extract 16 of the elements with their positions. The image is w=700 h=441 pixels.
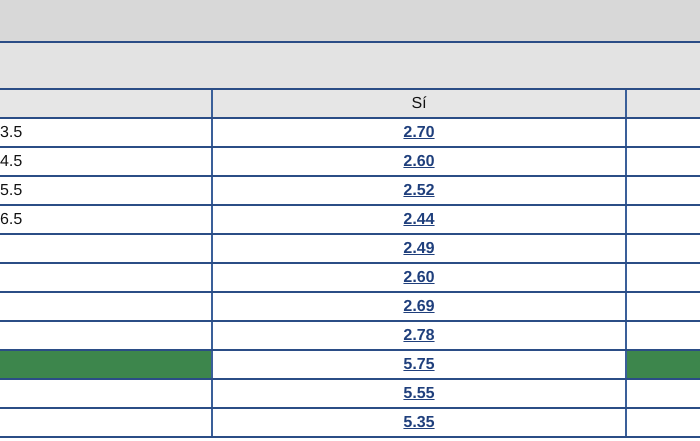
line-value: 5.5 <box>0 182 22 200</box>
odds-link[interactable]: 5.35 <box>403 414 435 432</box>
odds-link[interactable]: 2.78 <box>403 326 435 344</box>
odds-link[interactable]: 2.49 <box>403 240 435 258</box>
odds-link[interactable]: 2.60 <box>403 152 435 170</box>
odds-link[interactable]: 2.60 <box>403 268 435 286</box>
line-value: 3.5 <box>0 124 22 142</box>
odds-link[interactable]: 5.55 <box>403 384 435 402</box>
odds-link[interactable]: 2.69 <box>403 298 435 316</box>
odds-link[interactable]: 5.75 <box>403 356 435 374</box>
odds-link[interactable]: 2.52 <box>403 182 435 200</box>
line-value: 6.5 <box>0 210 22 228</box>
odds-link[interactable]: 2.70 <box>403 124 435 142</box>
column-header: Sí <box>211 90 627 117</box>
odds-link[interactable]: 2.44 <box>403 210 435 228</box>
line-value: 4.5 <box>0 152 22 170</box>
